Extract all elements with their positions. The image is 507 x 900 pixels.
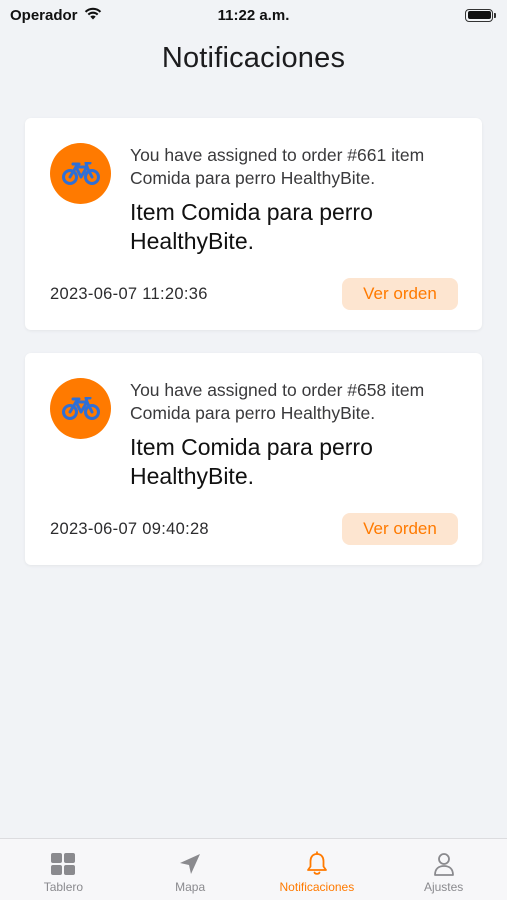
notification-message: You have assigned to order #661 item Com… bbox=[130, 145, 425, 188]
tab-label: Ajustes bbox=[423, 880, 464, 894]
carrier-label: Operador bbox=[10, 6, 78, 24]
notification-date: 2023-06-07 09:40:28 bbox=[50, 520, 209, 538]
notification-card: You have assigned to order #658 item Com… bbox=[25, 353, 482, 565]
location-arrow-icon bbox=[178, 851, 202, 877]
tab-ajustes[interactable]: Ajustes bbox=[380, 839, 507, 900]
battery-icon bbox=[465, 8, 496, 22]
view-order-button[interactable]: Ver orden bbox=[342, 278, 458, 310]
person-icon bbox=[432, 851, 456, 877]
tab-label: Tablero bbox=[43, 880, 84, 894]
notification-heading: Item Comida para perro HealthyBite. bbox=[130, 199, 373, 254]
tab-tablero[interactable]: Tablero bbox=[0, 839, 127, 900]
tab-bar: Tablero Mapa Notificaciones Ajustes bbox=[0, 838, 507, 900]
bell-icon bbox=[305, 851, 329, 877]
tab-label: Mapa bbox=[175, 880, 206, 894]
status-left: Operador bbox=[10, 6, 102, 24]
grid-icon bbox=[50, 851, 76, 877]
notification-date: 2023-06-07 11:20:36 bbox=[50, 285, 208, 303]
notification-card: You have assigned to order #661 item Com… bbox=[25, 118, 482, 330]
bicycle-icon bbox=[50, 378, 111, 439]
tab-mapa[interactable]: Mapa bbox=[127, 839, 254, 900]
notification-heading: Item Comida para perro HealthyBite. bbox=[130, 434, 373, 489]
wifi-icon bbox=[84, 6, 102, 24]
bicycle-icon bbox=[50, 143, 111, 204]
tab-label: Notificaciones bbox=[279, 880, 355, 894]
page-title: Notificaciones bbox=[161, 42, 346, 74]
notification-message: You have assigned to order #658 item Com… bbox=[130, 380, 425, 423]
status-bar: Operador 11:22 a.m. bbox=[0, 0, 507, 30]
tab-notificaciones[interactable]: Notificaciones bbox=[254, 839, 381, 900]
view-order-button[interactable]: Ver orden bbox=[342, 513, 458, 545]
